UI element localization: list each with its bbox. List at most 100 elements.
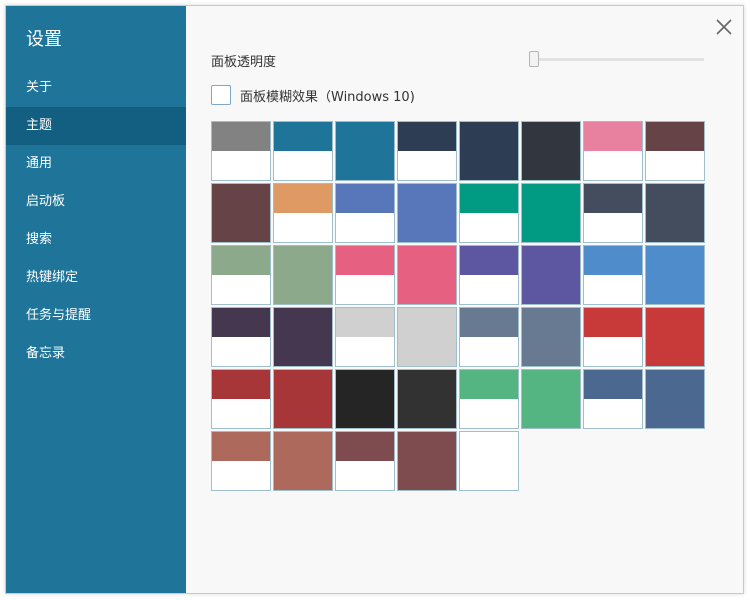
sidebar-item[interactable]: 热键绑定 — [6, 259, 186, 297]
theme-swatch[interactable] — [583, 183, 643, 243]
theme-swatch-color — [398, 184, 456, 242]
theme-swatch-color — [584, 184, 642, 213]
theme-swatch-color — [398, 246, 456, 304]
sidebar-item[interactable]: 关于 — [6, 69, 186, 107]
theme-swatch-color — [522, 308, 580, 366]
theme-swatch-color — [212, 122, 270, 151]
theme-swatch-color — [336, 308, 394, 337]
theme-swatch-color — [460, 370, 518, 399]
close-icon — [716, 19, 732, 35]
theme-swatch[interactable] — [583, 307, 643, 367]
sidebar: 设置 关于 主题 通用 启动板 搜索 热键绑定 任务与提醒 备忘录 — [6, 6, 186, 593]
theme-swatch[interactable] — [211, 307, 271, 367]
theme-swatch[interactable] — [521, 245, 581, 305]
theme-swatch[interactable] — [273, 183, 333, 243]
theme-swatch[interactable] — [273, 307, 333, 367]
theme-swatch[interactable] — [521, 183, 581, 243]
theme-swatch[interactable] — [397, 245, 457, 305]
theme-swatch[interactable] — [273, 121, 333, 181]
theme-swatch-color — [212, 432, 270, 461]
sidebar-item[interactable]: 任务与提醒 — [6, 297, 186, 335]
theme-swatch[interactable] — [335, 431, 395, 491]
opacity-slider-thumb[interactable] — [529, 51, 539, 67]
theme-swatch[interactable] — [211, 369, 271, 429]
theme-swatch[interactable] — [521, 369, 581, 429]
theme-swatch-color — [646, 308, 704, 366]
theme-swatch[interactable] — [459, 121, 519, 181]
theme-swatch-color — [584, 122, 642, 151]
theme-swatch[interactable] — [335, 307, 395, 367]
theme-swatch[interactable] — [211, 121, 271, 181]
theme-swatch[interactable] — [459, 245, 519, 305]
sidebar-item[interactable]: 主题 — [6, 107, 186, 145]
theme-swatch-color — [584, 246, 642, 275]
theme-swatch-color — [336, 432, 394, 461]
sidebar-item[interactable]: 备忘录 — [6, 335, 186, 373]
theme-swatch[interactable] — [335, 121, 395, 181]
theme-swatch-color — [212, 184, 270, 242]
theme-swatch[interactable] — [397, 431, 457, 491]
theme-swatch[interactable] — [397, 369, 457, 429]
sidebar-title: 设置 — [26, 29, 62, 50]
theme-swatch[interactable] — [335, 183, 395, 243]
sidebar-nav: 关于 主题 通用 启动板 搜索 热键绑定 任务与提醒 备忘录 — [6, 69, 186, 373]
theme-swatch-color — [212, 308, 270, 337]
theme-swatch-color — [398, 122, 456, 151]
theme-swatch-color — [460, 308, 518, 337]
theme-swatch[interactable] — [397, 307, 457, 367]
theme-swatch-color — [336, 370, 394, 428]
theme-swatch[interactable] — [211, 183, 271, 243]
theme-swatch[interactable] — [645, 307, 705, 367]
theme-swatch-color — [584, 308, 642, 337]
theme-swatch-color — [646, 184, 704, 242]
theme-swatch[interactable] — [521, 121, 581, 181]
sidebar-item[interactable]: 搜索 — [6, 221, 186, 259]
theme-swatch-color — [212, 370, 270, 399]
theme-swatch[interactable] — [273, 369, 333, 429]
sidebar-item[interactable]: 启动板 — [6, 183, 186, 221]
theme-swatch[interactable] — [459, 431, 519, 491]
close-button[interactable] — [713, 16, 735, 38]
blur-checkbox[interactable] — [211, 85, 231, 105]
theme-swatch[interactable] — [459, 307, 519, 367]
theme-swatch[interactable] — [335, 245, 395, 305]
theme-swatch-color — [274, 432, 332, 490]
theme-swatch-color — [274, 246, 332, 304]
theme-swatch-color — [646, 370, 704, 428]
opacity-slider[interactable] — [530, 58, 704, 61]
theme-swatch[interactable] — [459, 183, 519, 243]
theme-swatch-color — [584, 370, 642, 399]
theme-swatch-color — [460, 184, 518, 213]
theme-swatch[interactable] — [645, 121, 705, 181]
theme-swatch[interactable] — [397, 121, 457, 181]
theme-swatch-grid — [211, 121, 705, 491]
theme-swatch-color — [274, 370, 332, 428]
theme-swatch[interactable] — [583, 369, 643, 429]
theme-swatch[interactable] — [273, 245, 333, 305]
theme-swatch[interactable] — [521, 307, 581, 367]
theme-swatch[interactable] — [583, 245, 643, 305]
sidebar-item[interactable]: 通用 — [6, 145, 186, 183]
theme-swatch-color — [460, 432, 518, 490]
theme-swatch-color — [398, 370, 456, 428]
theme-swatch[interactable] — [645, 245, 705, 305]
theme-swatch[interactable] — [335, 369, 395, 429]
theme-swatch-color — [646, 122, 704, 151]
theme-swatch-color — [522, 122, 580, 180]
theme-swatch[interactable] — [397, 183, 457, 243]
theme-swatch-color — [336, 122, 394, 180]
theme-swatch-color — [274, 184, 332, 213]
theme-swatch[interactable] — [583, 121, 643, 181]
theme-swatch[interactable] — [211, 431, 271, 491]
theme-swatch-color — [646, 246, 704, 304]
theme-swatch-color — [522, 370, 580, 428]
theme-swatch-color — [460, 246, 518, 275]
theme-swatch-color — [460, 122, 518, 180]
theme-swatch-color — [274, 122, 332, 151]
theme-swatch[interactable] — [645, 369, 705, 429]
theme-swatch[interactable] — [459, 369, 519, 429]
theme-swatch-color — [336, 246, 394, 275]
theme-swatch[interactable] — [645, 183, 705, 243]
theme-swatch[interactable] — [273, 431, 333, 491]
theme-swatch[interactable] — [211, 245, 271, 305]
